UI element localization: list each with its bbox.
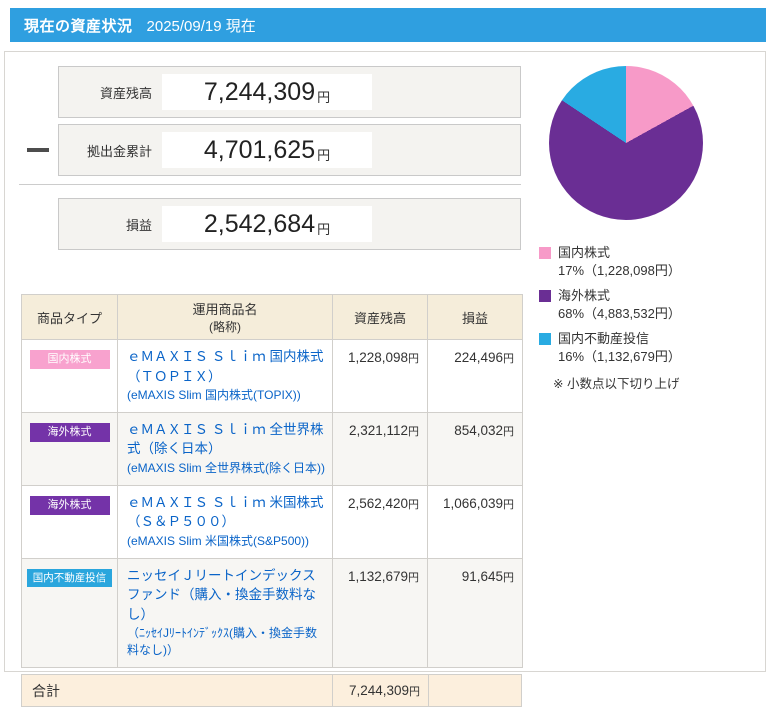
equals-divider — [19, 184, 521, 185]
col-header-product-name: 運用商品名 (略称) — [117, 294, 333, 340]
balance-cell: 2,562,420円 — [332, 484, 428, 559]
profit-loss-value: 2,542,684 — [203, 209, 316, 238]
product-abbr-link[interactable]: (eMAXIS Slim 全世界株式(除く日本)) — [127, 460, 326, 477]
table-header-row: 商品タイプ 運用商品名 (略称) 資産残高 損益 — [21, 294, 523, 340]
asset-balance-label: 資産残高 — [99, 85, 152, 101]
profit-loss-value-box: 2,542,684 円 — [162, 206, 372, 242]
table-row: 国内株式 ｅＭＡＸＩＳ Ｓｌｉｍ 国内株式（ＴＯＰＩＸ） (eMAXIS Sli… — [21, 339, 523, 413]
profit-cell: 1,066,039円 — [427, 484, 523, 559]
asset-balance-value-box: 7,244,309 円 — [162, 74, 372, 110]
product-type-badge: 国内株式 — [29, 350, 110, 370]
product-name-link[interactable]: ｅＭＡＸＩＳ Ｓｌｉｍ 国内株式（ＴＯＰＩＸ） — [127, 347, 326, 386]
product-name-link[interactable]: ニッセイＪリートインデックスファンド（購入・換金手数料なし） — [127, 566, 326, 625]
yen-unit: 円 — [317, 222, 331, 237]
as-of-date: 2025/09/19 現在 — [146, 17, 256, 35]
legend-value: 68%（4,883,532円） — [558, 305, 681, 321]
legend-item-domestic-reit: 国内不動産投信 16%（1,132,679円） — [539, 330, 764, 365]
product-name-link[interactable]: ｅＭＡＸＩＳ Ｓｌｉｍ 米国株式（Ｓ＆Ｐ５００） — [127, 493, 326, 532]
product-abbr-link[interactable]: (eMAXIS Slim 国内株式(TOPIX)) — [127, 387, 326, 404]
product-abbr-link[interactable]: （ﾆｯｾｲJﾘｰﾄｲﾝﾃﾞｯｸｽ(購入・換金手数料なし)） — [127, 625, 326, 659]
legend-label: 海外株式 — [558, 288, 611, 304]
legend-item-foreign-stock: 海外株式 68%（4,883,532円） — [539, 287, 764, 322]
total-balance-cell: 7,244,309 円 — [332, 675, 428, 707]
profit-loss-label: 損益 — [125, 217, 152, 233]
product-type-badge: 国内不動産投信 — [27, 568, 112, 588]
table-row: 海外株式 ｅＭＡＸＩＳ Ｓｌｉｍ 全世界株式（除く日本） (eMAXIS Sli… — [21, 411, 523, 486]
yen-unit: 円 — [317, 148, 331, 163]
page-title: 現在の資産状況 — [24, 17, 133, 35]
legend-swatch-blue — [539, 333, 551, 346]
balance-cell: 1,228,098円 — [332, 339, 428, 413]
col-header-balance: 資産残高 — [332, 294, 428, 340]
product-type-badge: 海外株式 — [29, 422, 110, 443]
legend-item-domestic-stock: 国内株式 17%（1,228,098円） — [539, 244, 764, 279]
contribution-total-value: 4,701,625 — [203, 135, 316, 164]
legend-value: 16%（1,132,679円） — [558, 348, 681, 364]
product-name-link[interactable]: ｅＭＡＸＩＳ Ｓｌｉｍ 全世界株式（除く日本） — [127, 420, 326, 459]
minus-operator-icon — [27, 148, 49, 152]
total-profit-cell-empty — [428, 675, 521, 707]
yen-unit: 円 — [317, 90, 331, 105]
table-row: 国内不動産投信 ニッセイＪリートインデックスファンド（購入・換金手数料なし） （… — [21, 557, 523, 669]
balance-cell: 2,321,112円 — [332, 411, 428, 486]
legend-label: 国内株式 — [558, 245, 611, 260]
contribution-total-value-box: 4,701,625 円 — [162, 132, 372, 168]
asset-allocation-pie — [549, 66, 703, 220]
profit-cell: 854,032円 — [427, 411, 523, 486]
page-header-bar: 現在の資産状況 2025/09/19 現在 — [10, 8, 766, 42]
contribution-total-label: 拠出金累計 — [86, 143, 152, 159]
products-table: 商品タイプ 運用商品名 (略称) 資産残高 損益 国内株式 ｅＭＡＸＩＳ Ｓｌｉ… — [21, 294, 523, 669]
table-total-row: 合計 7,244,309 円 — [21, 674, 522, 707]
balance-cell: 1,132,679円 — [332, 557, 428, 669]
legend-swatch-purple — [539, 290, 551, 303]
legend-label: 国内不動産投信 — [558, 331, 650, 347]
legend-swatch-pink — [539, 247, 551, 259]
profit-cell: 91,645円 — [427, 557, 523, 669]
product-type-badge: 海外株式 — [29, 495, 110, 516]
asset-balance-value: 7,244,309 — [203, 77, 316, 106]
product-abbr-link[interactable]: (eMAXIS Slim 米国株式(S&P500)) — [127, 533, 326, 550]
contribution-total-box: 拠出金累計 4,701,625 円 — [58, 124, 521, 176]
products-table-area: 商品タイプ 運用商品名 (略称) 資産残高 損益 国内株式 ｅＭＡＸＩＳ Ｓｌｉ… — [21, 294, 523, 707]
profit-loss-box: 損益 2,542,684 円 — [58, 198, 521, 250]
asset-balance-box: 資産残高 7,244,309 円 — [58, 66, 521, 118]
table-row: 海外株式 ｅＭＡＸＩＳ Ｓｌｉｍ 米国株式（Ｓ＆Ｐ５００） (eMAXIS Sl… — [21, 484, 523, 559]
content-panel: 資産残高 7,244,309 円 拠出金累計 4,701,625 円 損益 2,… — [4, 51, 766, 707]
col-header-profit: 損益 — [427, 294, 523, 340]
profit-cell: 224,496円 — [427, 339, 523, 413]
col-header-product-type: 商品タイプ — [21, 294, 118, 340]
legend-value: 17%（1,228,098円） — [558, 262, 681, 278]
pie-legend: 国内株式 17%（1,228,098円） 海外株式 68%（4,883,532円… — [539, 244, 764, 392]
total-label: 合計 — [32, 682, 60, 699]
rounding-note: ※ 小数点以下切り上げ — [553, 377, 680, 392]
